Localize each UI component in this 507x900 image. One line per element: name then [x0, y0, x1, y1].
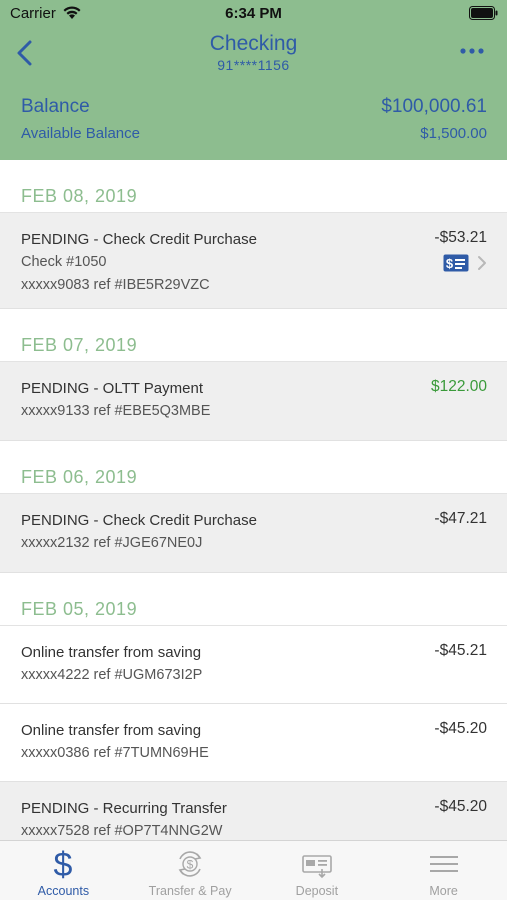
transaction-row[interactable]: Online transfer from saving xxxxx0386 re… [0, 704, 507, 782]
transaction-reference: xxxxx9133 ref #EBE5Q3MBE [21, 403, 211, 419]
transaction-amount: -$53.21 [434, 229, 487, 246]
more-options-button[interactable] [459, 42, 485, 60]
ellipsis-icon [460, 48, 484, 54]
status-bar: Carrier 6:34 PM [0, 0, 507, 28]
transaction-description: PENDING - OLTT Payment [21, 380, 203, 397]
account-number: 91****1156 [217, 57, 290, 73]
transaction-amount: -$45.20 [434, 720, 487, 737]
transaction-list[interactable]: FEB 08, 2019 PENDING - Check Credit Purc… [0, 160, 507, 840]
tab-transfer-pay[interactable]: $ Transfer & Pay [127, 841, 254, 900]
transaction-description: PENDING - Check Credit Purchase [21, 512, 257, 529]
date-header: FEB 06, 2019 [0, 441, 507, 494]
transaction-amount: -$47.21 [434, 510, 487, 527]
transaction-row[interactable]: Online transfer from saving xxxxx4222 re… [0, 626, 507, 704]
transaction-row[interactable]: PENDING - Check Credit Purchase xxxxx213… [0, 494, 507, 573]
transaction-reference: xxxxx0386 ref #7TUMN69HE [21, 745, 209, 761]
date-header: FEB 05, 2019 [0, 573, 507, 626]
page-title: Checking [209, 32, 298, 55]
tab-deposit[interactable]: Deposit [254, 841, 381, 900]
transaction-reference: xxxxx2132 ref #JGE67NE0J [21, 535, 203, 551]
date-header: FEB 08, 2019 [0, 160, 507, 213]
transaction-description: PENDING - Recurring Transfer [21, 800, 227, 817]
available-balance-label: Available Balance [21, 125, 140, 142]
transaction-reference: xxxxx4222 ref #UGM673I2P [21, 667, 203, 683]
tab-accounts[interactable]: $ Accounts [0, 841, 127, 900]
transaction-amount: -$45.21 [434, 642, 487, 659]
check-image-icon[interactable]: $ [443, 254, 469, 277]
transaction-row[interactable]: PENDING - OLTT Payment xxxxx9133 ref #EB… [0, 362, 507, 441]
transaction-detail: Check #1050 [21, 254, 107, 270]
transaction-description: PENDING - Check Credit Purchase [21, 231, 257, 248]
transaction-row[interactable]: PENDING - Recurring Transfer xxxxx7528 r… [0, 782, 507, 840]
available-balance-value: $1,500.00 [420, 125, 487, 142]
svg-text:$: $ [187, 858, 194, 872]
status-time: 6:34 PM [225, 5, 282, 22]
transaction-row[interactable]: PENDING - Check Credit Purchase Check #1… [0, 213, 507, 309]
tab-label: Deposit [295, 884, 339, 898]
date-header: FEB 07, 2019 [0, 309, 507, 362]
transaction-description: Online transfer from saving [21, 722, 202, 739]
tab-more[interactable]: More [380, 841, 507, 900]
tab-label: More [429, 884, 458, 898]
deposit-check-icon [300, 847, 334, 886]
battery-icon [469, 6, 499, 25]
chevron-right-icon [477, 255, 487, 276]
dollar-icon: $ [48, 846, 78, 886]
transaction-amount: $122.00 [430, 378, 487, 395]
svg-text:$: $ [446, 256, 454, 271]
transaction-amount: -$45.20 [434, 798, 487, 815]
menu-icon [428, 847, 460, 886]
tab-label: Transfer & Pay [148, 884, 232, 898]
tab-bar: $ Accounts $ Transfer & Pay Deposit More [0, 840, 507, 900]
transaction-reference: xxxxx9083 ref #IBE5R29VZC [21, 277, 210, 293]
available-balance-row: Available Balance $1,500.00 [21, 125, 487, 147]
transaction-reference: xxxxx7528 ref #OP7T4NNG2W [21, 823, 223, 839]
transfer-icon: $ [173, 847, 207, 886]
balance-value: $100,000.61 [381, 96, 487, 117]
account-header: Carrier 6:34 PM Checking 91****1156 Bala… [0, 0, 507, 160]
transaction-description: Online transfer from saving [21, 644, 202, 661]
svg-text:$: $ [54, 847, 73, 881]
balance-label: Balance [21, 96, 90, 117]
tab-label: Accounts [37, 884, 90, 898]
balance-row: Balance $100,000.61 [21, 96, 487, 122]
title-block: Checking 91****1156 [0, 32, 507, 73]
